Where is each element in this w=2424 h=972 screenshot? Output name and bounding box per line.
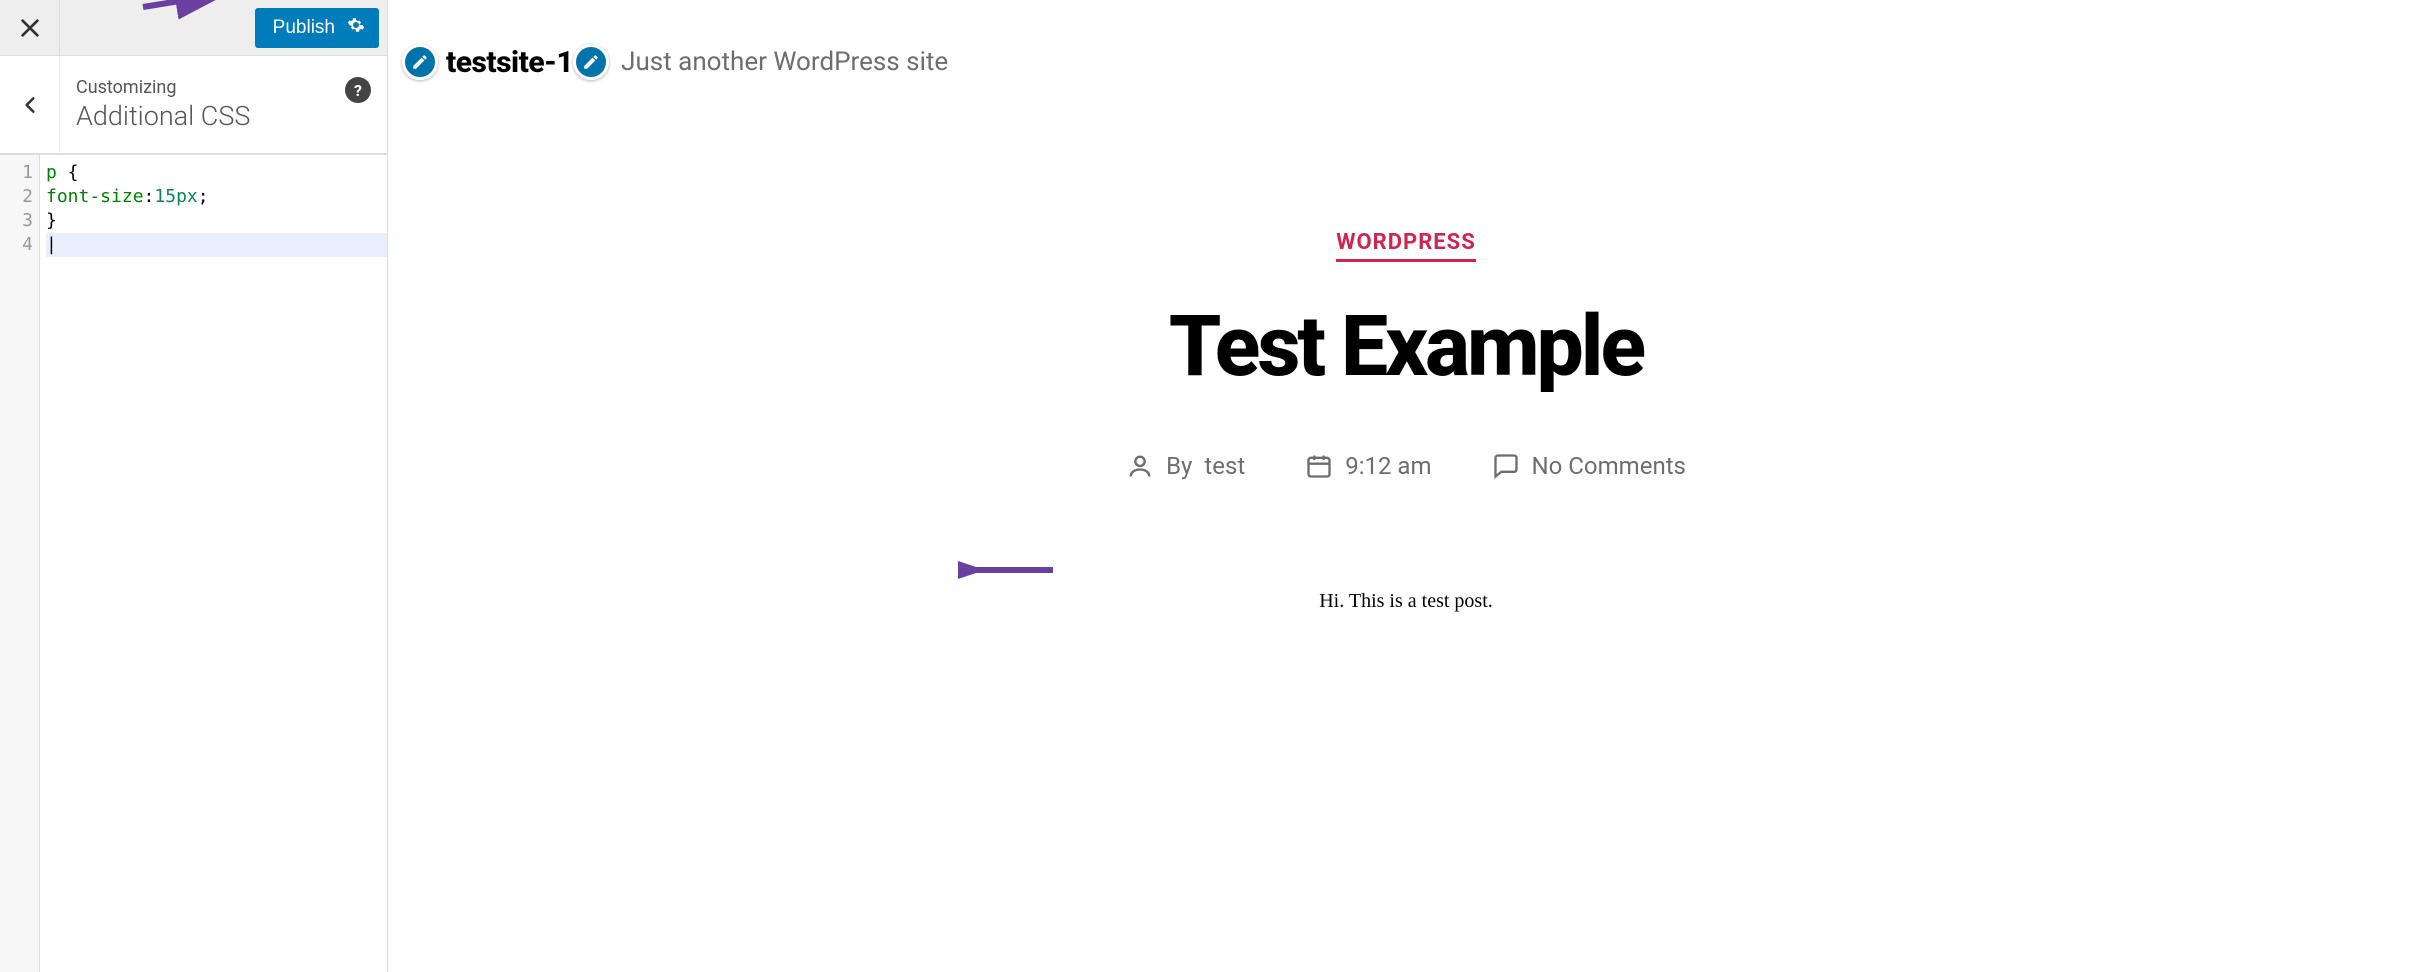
customizer-top-bar: Publish — [0, 0, 387, 56]
site-header: testsite-1 Just another WordPress site — [388, 44, 2424, 80]
panel-title: Additional CSS — [76, 100, 371, 132]
pencil-icon — [582, 53, 600, 71]
post-title: Test Example — [388, 297, 2424, 396]
edit-shortcut-tagline[interactable] — [573, 44, 609, 80]
css-editor[interactable]: 1 2 3 4 p { font-size:15px; } | — [0, 154, 387, 972]
edit-shortcut-title[interactable] — [402, 44, 438, 80]
panel-title-wrap: Customizing Additional CSS ? — [60, 63, 387, 146]
code-content[interactable]: p { font-size:15px; } | — [40, 155, 387, 972]
post: WORDPRESS Test Example By test 9:12 am N… — [388, 230, 2424, 613]
line-gutter: 1 2 3 4 — [0, 155, 40, 972]
gear-icon — [347, 16, 365, 39]
help-icon[interactable]: ? — [345, 77, 371, 103]
line-number: 2 — [0, 185, 33, 209]
close-icon — [19, 17, 41, 39]
publish-button[interactable]: Publish — [255, 8, 379, 48]
code-line: font-size:15px; — [46, 186, 209, 207]
close-button[interactable] — [0, 0, 60, 56]
panel-subtitle: Customizing — [76, 77, 371, 98]
comment-icon — [1492, 452, 1520, 480]
pencil-icon — [411, 53, 429, 71]
code-line: p { — [46, 162, 79, 183]
chevron-left-icon — [20, 95, 40, 115]
post-category-link[interactable]: WORDPRESS — [1336, 230, 1476, 262]
customizer-sidebar: Publish Customizing Additional CSS ? 1 2… — [0, 0, 388, 972]
publish-label: Publish — [273, 17, 335, 39]
user-icon — [1126, 452, 1154, 480]
meta-comments[interactable]: No Comments — [1492, 452, 1686, 480]
line-number: 1 — [0, 161, 33, 185]
code-line: | — [46, 233, 387, 257]
line-number: 3 — [0, 209, 33, 233]
meta-author: By test — [1126, 452, 1245, 480]
post-body: Hi. This is a test post. — [388, 590, 2424, 613]
line-number: 4 — [0, 233, 33, 257]
meta-date: 9:12 am — [1305, 452, 1431, 480]
comments-text: No Comments — [1532, 452, 1686, 480]
site-tagline: Just another WordPress site — [621, 47, 948, 77]
author-prefix: By — [1166, 452, 1192, 480]
panel-header: Customizing Additional CSS ? — [0, 56, 387, 154]
back-button[interactable] — [0, 56, 60, 154]
site-title[interactable]: testsite-1 — [446, 45, 573, 80]
post-meta: By test 9:12 am No Comments — [388, 452, 2424, 480]
code-line: } — [46, 210, 57, 231]
calendar-icon — [1305, 452, 1333, 480]
post-time: 9:12 am — [1345, 452, 1431, 480]
site-preview: testsite-1 Just another WordPress site W… — [388, 0, 2424, 972]
author-name[interactable]: test — [1204, 452, 1245, 480]
